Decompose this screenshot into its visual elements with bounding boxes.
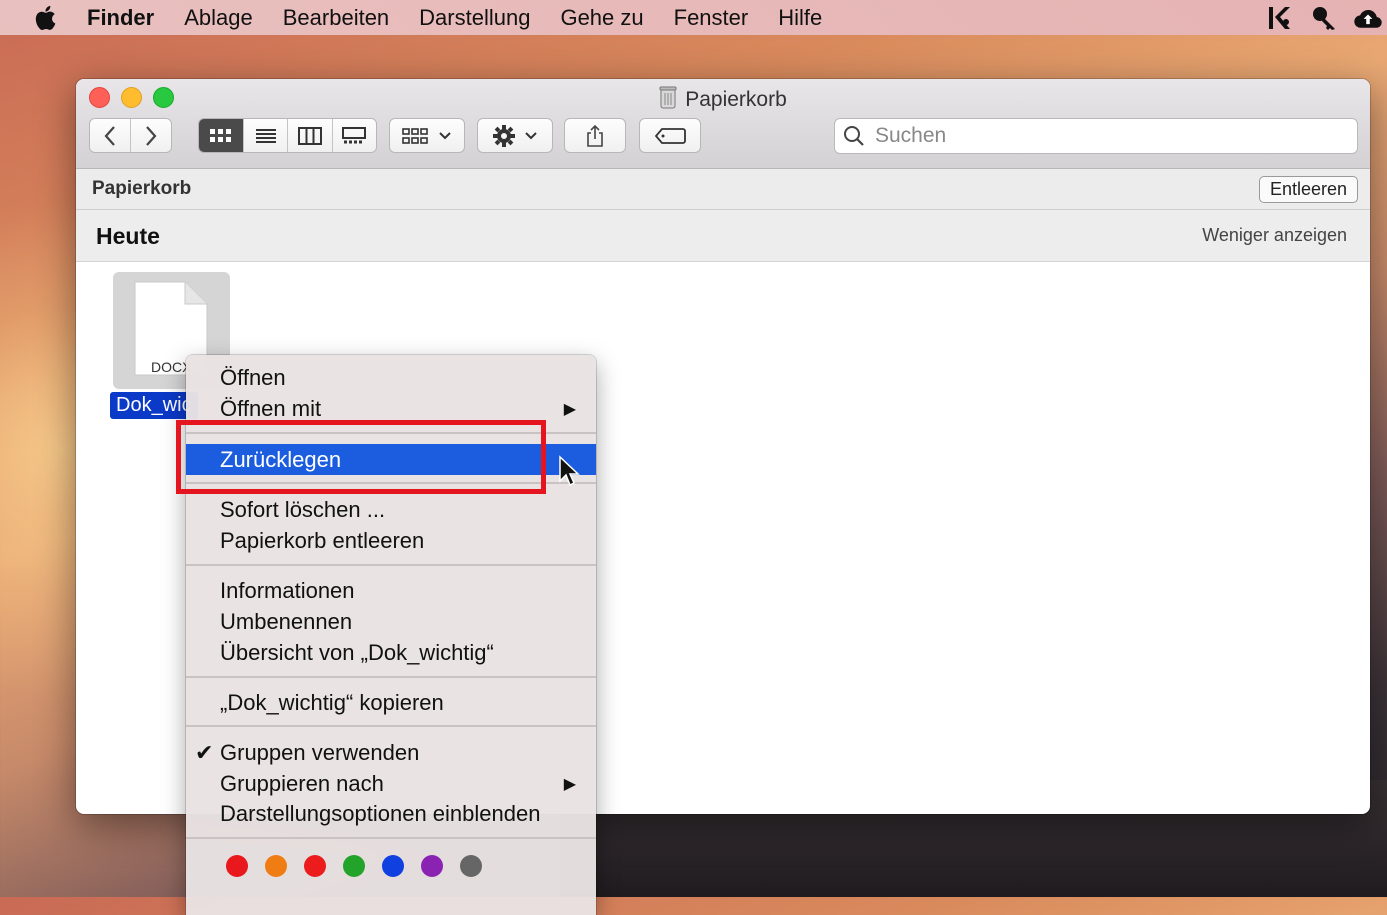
tag-color-dot-6[interactable]	[460, 855, 482, 877]
title-bar: Papierkorb	[76, 79, 1370, 169]
chevron-right-icon	[146, 125, 157, 146]
column-view-button[interactable]	[288, 119, 333, 152]
share-icon	[587, 124, 603, 147]
share-button[interactable]	[564, 118, 626, 153]
menu-item-uebersicht[interactable]: Übersicht von „Dok_wichtig“	[186, 637, 596, 668]
menu-fenster[interactable]: Fenster	[674, 5, 749, 31]
menu-item-papierkorb-entleeren[interactable]: Papierkorb entleeren	[186, 525, 596, 556]
file-name-label[interactable]: Dok_wic	[110, 392, 198, 419]
menu-item-gruppieren-nach[interactable]: Gruppieren nach ▶	[186, 768, 596, 799]
search-icon	[844, 126, 864, 146]
icon-view-button[interactable]	[199, 119, 245, 152]
submenu-arrow-icon: ▶	[563, 400, 576, 418]
group-arrange-icon	[402, 127, 428, 144]
icon-grid-icon	[210, 128, 232, 142]
trash-icon	[659, 85, 677, 115]
chevron-down-icon	[439, 131, 451, 139]
menu-item-darstellungsoptionen[interactable]: Darstellungsoptionen einblenden	[186, 798, 596, 829]
menu-item-gruppen-verwenden[interactable]: ✔ Gruppen verwenden	[186, 737, 596, 768]
location-label: Papierkorb	[92, 178, 192, 199]
checkmark-icon: ✔	[195, 739, 214, 765]
menu-item-oeffnen[interactable]: Öffnen	[186, 362, 596, 393]
tag-color-dot-1[interactable]	[265, 855, 287, 877]
tag-color-dot-3[interactable]	[343, 855, 365, 877]
tag-color-dot-4[interactable]	[382, 855, 404, 877]
group-header: Heute Weniger anzeigen	[76, 210, 1370, 262]
action-button[interactable]	[477, 118, 553, 153]
group-title: Heute	[96, 223, 160, 249]
nav-buttons	[89, 118, 172, 153]
menu-darstellung[interactable]: Darstellung	[419, 5, 530, 31]
menu-bar: Finder Ablage Bearbeiten Darstellung Geh…	[0, 0, 1387, 35]
mouse-pointer-icon	[559, 455, 580, 487]
search-input[interactable]	[873, 123, 1317, 149]
gallery-icon	[342, 126, 367, 143]
menu-item-sofort-loeschen[interactable]: Sofort löschen ...	[186, 494, 596, 525]
gallery-view-button[interactable]	[332, 119, 376, 152]
menu-hilfe[interactable]: Hilfe	[778, 5, 822, 31]
empty-trash-button[interactable]: Entleeren	[1258, 176, 1358, 203]
gear-icon	[493, 124, 515, 147]
view-mode-control	[198, 118, 377, 153]
menu-separator	[186, 725, 596, 727]
menu-bearbeiten[interactable]: Bearbeiten	[283, 5, 389, 31]
arrange-button[interactable]	[389, 118, 465, 153]
tag-color-dot-0[interactable]	[226, 855, 248, 877]
keychain-key-icon[interactable]	[1309, 3, 1339, 33]
list-icon	[255, 128, 276, 143]
chevron-left-icon	[104, 125, 115, 146]
tag-color-row	[226, 855, 482, 877]
chevron-down-icon	[525, 131, 537, 139]
tag-color-dot-5[interactable]	[421, 855, 443, 877]
submenu-arrow-icon: ▶	[563, 775, 576, 793]
menu-item-informationen[interactable]: Informationen	[186, 575, 596, 606]
location-bar: Papierkorb Entleeren	[76, 169, 1370, 210]
menu-gehe-zu[interactable]: Gehe zu	[560, 5, 643, 31]
window-title: Papierkorb	[685, 88, 787, 111]
kaspersky-icon[interactable]	[1265, 3, 1295, 33]
forward-button[interactable]	[131, 119, 171, 152]
menu-separator	[186, 564, 596, 566]
tag-color-dot-2[interactable]	[304, 855, 326, 877]
menu-finder[interactable]: Finder	[87, 5, 154, 31]
menu-separator	[186, 837, 596, 839]
menu-item-umbenennen[interactable]: Umbenennen	[186, 606, 596, 637]
apple-logo-icon[interactable]	[33, 5, 59, 31]
columns-icon	[298, 126, 323, 145]
show-less-link[interactable]: Weniger anzeigen	[1202, 225, 1347, 246]
tag-icon	[654, 127, 686, 144]
back-button[interactable]	[90, 119, 131, 152]
search-field[interactable]	[834, 118, 1358, 154]
annotation-highlight-box	[176, 420, 546, 494]
menu-ablage[interactable]: Ablage	[184, 5, 253, 31]
menu-item-kopieren[interactable]: „Dok_wichtig“ kopieren	[186, 687, 596, 718]
menu-separator	[186, 676, 596, 678]
list-view-button[interactable]	[244, 119, 289, 152]
cloud-upload-icon[interactable]	[1353, 3, 1383, 33]
tags-button[interactable]	[639, 118, 701, 153]
